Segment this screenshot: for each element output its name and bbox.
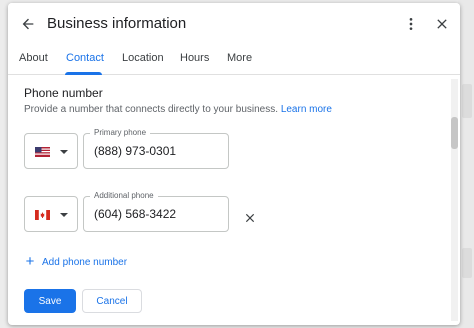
chevron-down-icon — [60, 150, 68, 154]
phone-section-title: Phone number — [24, 86, 103, 100]
background-thumbnail — [462, 248, 472, 278]
save-button[interactable]: Save — [24, 289, 76, 313]
additional-country-select[interactable] — [24, 196, 78, 232]
add-phone-number-button[interactable]: + Add phone number — [24, 254, 127, 270]
us-flag-icon — [35, 147, 50, 157]
tab-hours[interactable]: Hours — [180, 52, 209, 64]
close-icon — [437, 19, 447, 29]
close-icon — [245, 213, 255, 223]
cancel-button[interactable]: Cancel — [82, 289, 142, 313]
background-page-edge — [458, 0, 474, 328]
additional-phone-value[interactable]: (604) 568-3422 — [94, 207, 176, 221]
phone-description-text: Provide a number that connects directly … — [24, 104, 279, 115]
learn-more-link[interactable]: Learn more — [281, 104, 332, 115]
background-thumbnail — [462, 84, 472, 118]
close-button[interactable] — [431, 13, 453, 35]
contact-panel: Phone number Provide a number that conne… — [8, 76, 460, 325]
scrollbar-thumb[interactable] — [451, 117, 458, 149]
tab-location[interactable]: Location — [122, 52, 164, 64]
primary-phone-label: Primary phone — [90, 128, 151, 138]
chevron-down-icon — [60, 213, 68, 217]
arrow-back-icon — [22, 18, 34, 30]
back-button[interactable] — [17, 13, 39, 35]
dialog-header: Business information About Contact Locat… — [8, 3, 460, 75]
dialog-title: Business information — [47, 15, 187, 32]
remove-phone-button[interactable] — [241, 209, 259, 227]
primary-country-select[interactable] — [24, 133, 78, 169]
plus-icon: + — [25, 253, 35, 270]
more-vert-icon — [409, 18, 413, 30]
additional-phone-label: Additional phone — [90, 191, 158, 201]
more-options-button[interactable] — [401, 13, 421, 35]
primary-phone-value[interactable]: (888) 973-0301 — [94, 144, 176, 158]
tab-about[interactable]: About — [19, 52, 48, 64]
active-tab-indicator — [65, 72, 102, 75]
add-phone-number-label: Add phone number — [42, 256, 128, 268]
scrollbar[interactable] — [451, 79, 458, 321]
tab-more[interactable]: More — [227, 52, 252, 64]
primary-phone-field[interactable]: Primary phone (888) 973-0301 — [83, 128, 229, 169]
tab-contact[interactable]: Contact — [66, 52, 104, 64]
canada-flag-icon — [35, 210, 50, 220]
phone-section-description: Provide a number that connects directly … — [24, 104, 332, 115]
additional-phone-field[interactable]: Additional phone (604) 568-3422 — [83, 191, 229, 232]
business-information-dialog: Business information About Contact Locat… — [8, 3, 460, 325]
tab-bar: About Contact Location Hours More — [8, 47, 460, 75]
